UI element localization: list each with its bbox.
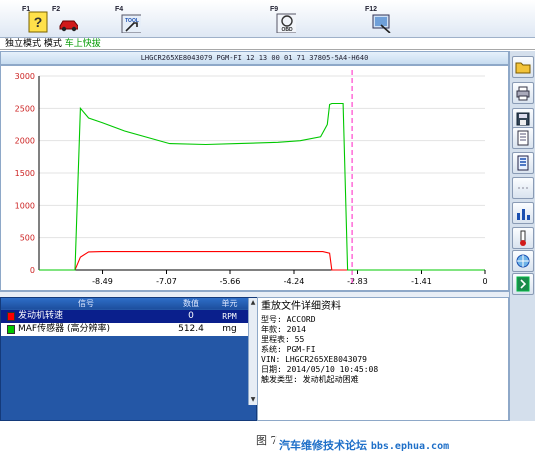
list-button[interactable]	[512, 127, 534, 149]
signal-value: 0	[188, 311, 194, 321]
exit-icon	[516, 276, 530, 292]
maf-series-line	[39, 102, 485, 271]
folder-icon	[515, 62, 531, 74]
watermark-url: bbs.ephua.com	[370, 441, 450, 452]
x-tick-label: 0	[482, 277, 487, 286]
bar-graph-icon	[517, 209, 530, 220]
signal-table: 信号 数值 单元 发动机转速 0 RPM MAF传感器 (高分辨率) 512.4…	[0, 297, 257, 421]
y-tick-label: 0	[30, 266, 35, 275]
svg-text:?: ?	[34, 14, 43, 30]
obd-icon: OBD	[276, 13, 296, 33]
exit-button[interactable]	[512, 273, 534, 295]
signal-name: MAF传感器 (高分辨率)	[18, 324, 110, 334]
print-button[interactable]	[512, 82, 534, 104]
y-tick-label: 500	[20, 234, 35, 243]
watermark-text: 汽车维修技术论坛	[279, 439, 367, 452]
car-icon	[59, 20, 78, 32]
dots-icon	[518, 187, 528, 189]
y-tick-label: 1000	[15, 201, 35, 210]
tool-icon: TOOL	[121, 14, 141, 33]
x-tick-label: -7.07	[156, 277, 177, 286]
table-row[interactable]: 发动机转速 0 RPM	[1, 310, 248, 323]
x-tick-label: -2.83	[347, 277, 368, 286]
detail-line: 型号: ACCORD	[261, 315, 316, 324]
header-signal: 信号	[78, 299, 94, 308]
mode-highlight: 车上快拔	[64, 39, 101, 49]
detail-line: 年款: 2014	[261, 325, 306, 334]
replay-file-details: 重放文件详细资料 型号: ACCORD 年款: 2014 里程表: 55 系统:…	[257, 297, 509, 421]
details-title: 重放文件详细资料	[261, 301, 341, 312]
mode-label: 独立模式 模式	[5, 39, 65, 49]
signal-unit: RPM	[222, 312, 237, 321]
data-list-icon	[517, 155, 529, 171]
svg-text:OBD: OBD	[281, 27, 293, 33]
signal-value: 512.4	[178, 324, 204, 334]
table-scrollbar[interactable]: ▲ ▼	[248, 298, 257, 405]
y-tick-label: 3000	[15, 72, 35, 81]
globe-icon	[516, 254, 530, 268]
signal-name: 发动机转速	[18, 311, 64, 321]
header-value: 数值	[183, 299, 199, 308]
waveform-chart[interactable]: 3000 2500 2000 1500 1000 500 0 -8.49 -7.07 -5.66 -…	[0, 65, 509, 291]
data-select-button[interactable]	[512, 152, 534, 174]
chart-header: LHGCR265XE8043079 PGM-FI 12 13 00 01 71 …	[0, 51, 509, 65]
disk-icon	[516, 112, 530, 126]
function-key-toolbar: F1 ? F2 F4 TOOL F9 OBD F12	[0, 0, 535, 38]
trigger-button[interactable]	[512, 227, 534, 249]
waveform-chart-svg: 3000 2500 2000 1500 1000 500 0 -8.49 -7.07 -5.66 -…	[15, 70, 488, 286]
detail-line: 日期: 2014/05/10 10:45:08	[261, 365, 379, 374]
series-color-swatch	[7, 312, 15, 321]
open-file-button[interactable]	[512, 56, 534, 78]
signal-unit: mg	[222, 324, 237, 334]
x-tick-label: -5.66	[220, 277, 241, 286]
x-tick-label: -8.49	[92, 277, 113, 286]
list-icon	[517, 130, 529, 146]
scroll-down-icon[interactable]: ▼	[249, 395, 257, 404]
print-screen-icon	[372, 14, 391, 33]
settings-button[interactable]	[512, 177, 534, 199]
mode-status-bar: 独立模式 模式 车上快拔	[0, 38, 535, 50]
detail-line: 里程表: 55	[261, 335, 305, 344]
x-tick-label: -1.41	[411, 277, 432, 286]
y-tick-label: 2000	[15, 137, 35, 146]
detail-line: VIN: LHGCR265XE8043079	[261, 355, 367, 364]
x-tick-label: -4.24	[284, 277, 305, 286]
thermometer-icon	[520, 230, 526, 246]
help-icon: ?	[28, 11, 48, 33]
y-tick-label: 1500	[15, 169, 35, 178]
table-row[interactable]: MAF传感器 (高分辨率) 512.4 mg	[1, 323, 248, 336]
header-unit: 单元	[221, 299, 238, 308]
y-tick-label: 2500	[15, 104, 35, 113]
graph-button[interactable]	[512, 202, 534, 224]
rpm-series-line	[39, 251, 485, 271]
printer-icon	[516, 86, 530, 101]
series-color-swatch	[7, 325, 15, 334]
network-button[interactable]	[512, 250, 534, 272]
right-toolbar	[509, 51, 535, 421]
forum-watermark: 汽车维修技术论坛 bbs.ephua.com	[275, 436, 530, 456]
detail-line: 系统: PGM-FI	[261, 345, 316, 354]
detail-line: 触发类型: 发动机起动困难	[261, 375, 359, 384]
table-header: 信号 数值 单元	[1, 298, 248, 309]
scroll-up-icon[interactable]: ▲	[249, 298, 257, 307]
